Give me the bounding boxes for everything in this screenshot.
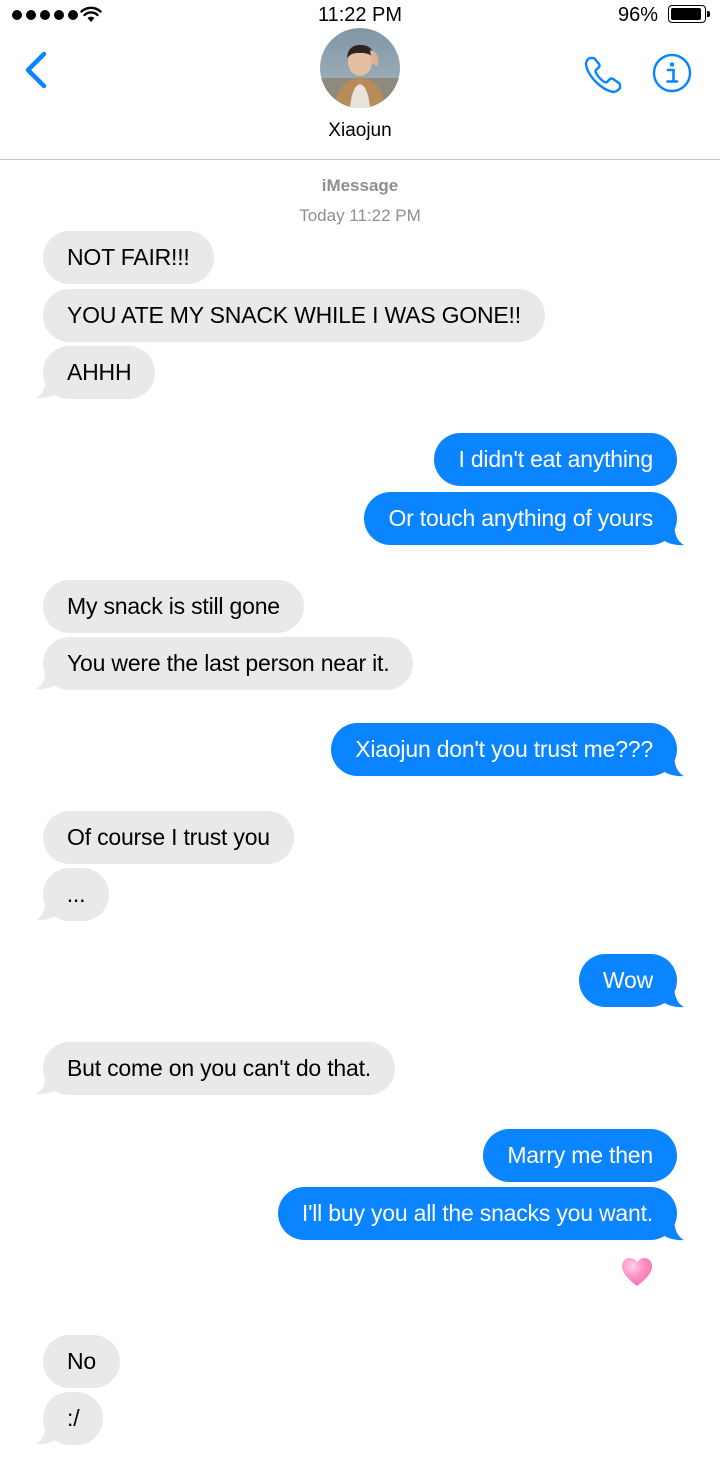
pink-heart-emoji-icon	[622, 1258, 652, 1286]
outgoing-message[interactable]: I didn't eat anything	[434, 433, 677, 486]
bubble-tail	[36, 666, 60, 690]
thread-timestamp: Today 11:22 PM	[299, 206, 421, 225]
bubble-tail	[660, 1217, 684, 1241]
conversation-header: Xiaojun	[0, 0, 720, 160]
bubble-tail	[660, 984, 684, 1008]
bubble-tail	[36, 897, 60, 921]
incoming-message[interactable]: No	[43, 1335, 121, 1388]
bubble-tail	[660, 753, 684, 777]
contact-name[interactable]: Xiaojun	[0, 120, 720, 142]
service-label: iMessage	[321, 176, 399, 195]
bubble-tail	[36, 1421, 60, 1445]
incoming-message[interactable]: YOU ATE MY SNACK WHILE I WAS GONE!!	[43, 289, 545, 342]
outgoing-message[interactable]: Marry me then	[483, 1129, 677, 1182]
incoming-message[interactable]: NOT FAIR!!!	[43, 231, 214, 284]
contact-avatar[interactable]	[320, 28, 400, 108]
info-icon[interactable]	[652, 53, 692, 93]
back-chevron-icon[interactable]	[22, 50, 52, 90]
bubble-tail	[660, 522, 684, 546]
phone-call-icon[interactable]	[581, 53, 625, 97]
outgoing-message[interactable]: Or touch anything of yours	[364, 492, 677, 545]
bubble-tail	[36, 1071, 60, 1095]
outgoing-message[interactable]: I'll buy you all the snacks you want.	[277, 1187, 677, 1240]
incoming-message[interactable]: My snack is still gone	[43, 580, 304, 633]
incoming-message[interactable]: Of course I trust you	[43, 811, 294, 864]
incoming-message[interactable]: But come on you can't do that.	[43, 1042, 395, 1095]
outgoing-message[interactable]: Xiaojun don't you trust me???	[331, 723, 677, 776]
incoming-message[interactable]: You were the last person near it.	[43, 637, 414, 690]
bubble-tail	[36, 375, 60, 399]
